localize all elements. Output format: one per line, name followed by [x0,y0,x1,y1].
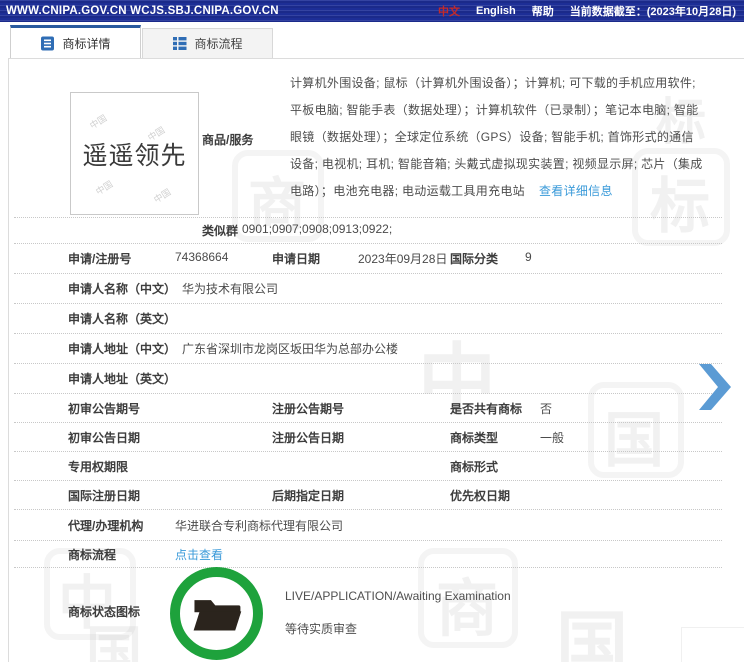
row-divider [14,451,722,452]
priority-date-label: 优先权日期 [450,489,511,503]
status-ring [170,567,263,660]
trademark-detail-page: WWW.CNIPA.GOV.CN WCJS.SBJ.CNIPA.GOV.CN 中… [0,0,744,662]
application-number-label: 申请/注册号 [68,252,132,266]
row-divider [14,540,722,541]
status-icon-label: 商标状态图标 [68,605,141,619]
applicant-address-cn-label: 申请人地址（中文） [68,342,177,356]
goods-label: 商品/服务 [202,133,254,147]
row-divider [14,509,722,510]
row-divider [14,217,722,218]
exclusive-right-period-label: 专用权期限 [68,460,129,474]
lang-zh-link[interactable]: 中文 [438,3,460,19]
status-text-en: LIVE/APPLICATION/Awaiting Examination [285,589,511,603]
goods-text-block: 计算机外围设备; 鼠标（计算机外围设备）；计算机; 可下载的手机应用软件; 平板… [290,70,706,205]
bullet-list-icon [172,36,187,51]
corner-overlay-box [681,627,744,662]
agency-value: 华进联合专利商标代理有限公司 [175,519,344,533]
trademark-form-label: 商标形式 [450,460,499,474]
goods-text: 计算机外围设备; 鼠标（计算机外围设备）；计算机; 可下载的手机应用软件; 平板… [290,76,703,198]
row-divider [14,393,722,394]
international-class-value: 9 [525,250,532,264]
site-url-text: WWW.CNIPA.GOV.CN WCJS.SBJ.CNIPA.GOV.CN [6,5,279,17]
trademark-type-value: 一般 [540,431,565,445]
row-divider [14,567,722,568]
row-divider [14,422,722,423]
international-class-label: 国际分类 [450,252,499,266]
trademark-image-watermark: 中国 [151,186,173,205]
applicant-address-cn-value: 广东省深圳市龙岗区坂田华为总部办公楼 [182,342,399,356]
trademark-image: 中国 中国 中国 中国 遥遥领先 [70,92,199,215]
trademark-type-label: 商标类型 [450,431,499,445]
tab-label: 商标流程 [194,37,243,51]
tab-trademark-detail[interactable]: 商标详情 [10,25,141,58]
process-view-link[interactable]: 点击查看 [175,546,223,563]
row-divider [14,363,722,364]
first-trial-no-label: 初审公告期号 [68,402,141,416]
topbar: WWW.CNIPA.GOV.CN WCJS.SBJ.CNIPA.GOV.CN 中… [0,0,744,22]
data-cutoff-text: 当前数据截至：(2023年10月28日) [569,6,736,18]
help-link[interactable]: 帮助 [532,3,554,19]
agency-label: 代理/办理机构 [68,519,144,533]
trademark-image-watermark: 中国 [87,112,109,131]
lang-en-link[interactable]: English [476,5,516,17]
shared-trademark-label: 是否共有商标 [450,402,523,416]
applicant-name-cn-label: 申请人名称（中文） [68,282,177,296]
applicant-name-cn-value: 华为技术有限公司 [182,282,279,296]
applicant-name-en-label: 申请人名称（英文） [68,312,177,326]
status-text-cn: 等待实质审查 [285,622,358,636]
application-number-value: 74368664 [175,250,229,264]
document-list-icon [40,36,55,51]
row-divider [14,243,722,244]
registration-notice-date-label: 注册公告日期 [272,431,345,445]
similar-group-label: 类似群 [202,224,239,238]
registration-notice-no-label: 注册公告期号 [272,402,345,416]
application-date-value: 2023年09月28日 [358,252,448,266]
later-designation-date-label: 后期指定日期 [272,489,345,503]
trademark-image-watermark: 中国 [93,178,115,197]
row-divider [14,333,722,334]
chevron-right-icon[interactable] [699,364,732,410]
similar-group-value: 0901;0907;0908;0913;0922; [242,222,393,236]
international-registration-date-label: 国际注册日期 [68,489,141,503]
row-divider [14,480,722,481]
shared-trademark-value: 否 [540,402,553,416]
applicant-address-en-label: 申请人地址（英文） [68,372,177,386]
topbar-menu: 中文 English 帮助 当前数据截至：(2023年10月28日) [438,3,744,19]
row-divider [14,303,722,304]
tab-trademark-process[interactable]: 商标流程 [142,28,273,58]
row-divider [14,273,722,274]
trademark-text: 遥遥领先 [82,140,187,170]
first-trial-date-label: 初审公告日期 [68,431,141,445]
open-folder-icon [191,594,243,634]
application-date-label: 申请日期 [272,252,321,266]
goods-detail-link[interactable]: 查看详细信息 [539,184,613,198]
process-label: 商标流程 [68,548,117,562]
tab-label: 商标详情 [62,36,111,51]
